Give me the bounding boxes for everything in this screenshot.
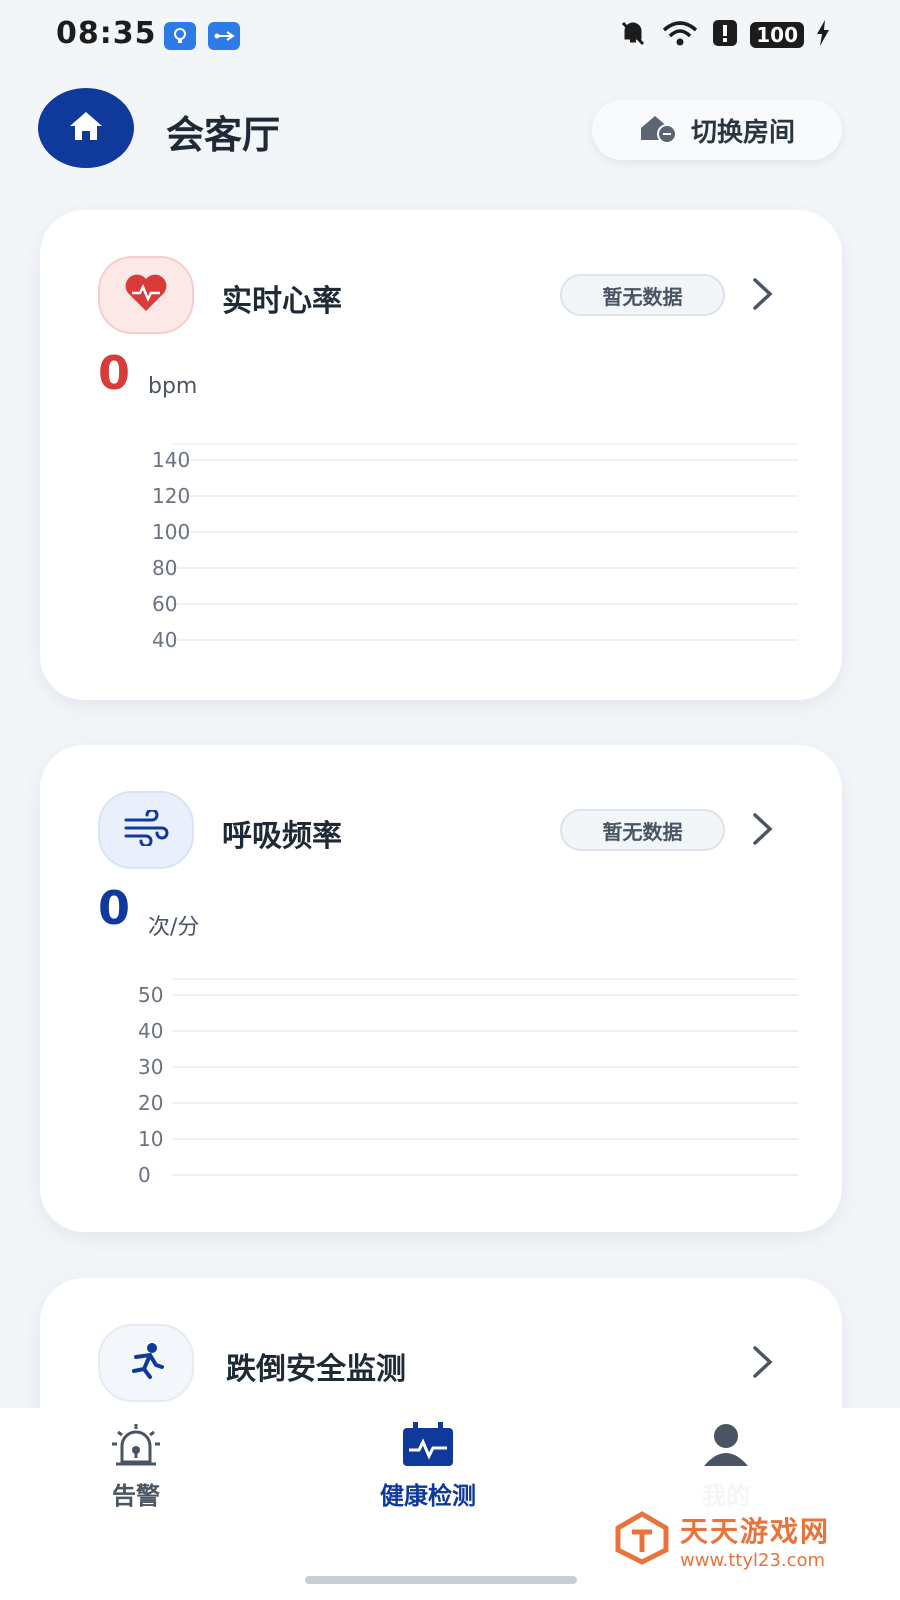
y-tick-label: 120 <box>152 484 190 508</box>
y-tick-label: 0 <box>138 1163 151 1187</box>
status-bar: 08:35 100 <box>0 0 900 72</box>
tab-alarm[interactable]: 告警 <box>110 1422 162 1511</box>
y-tick-label: 40 <box>152 628 177 652</box>
heart-rate-unit: bpm <box>148 374 198 399</box>
switch-room-label: 切换房间 <box>690 117 795 148</box>
alert-icon <box>712 19 738 51</box>
tab-health-monitor-label: 健康检测 <box>380 1482 476 1510</box>
tab-alarm-label: 告警 <box>112 1482 160 1510</box>
switch-room-button[interactable]: 切换房间 <box>592 100 842 160</box>
y-tick-label: 30 <box>138 1055 163 1079</box>
health-monitor-icon <box>401 1422 455 1472</box>
heart-rate-title: 实时心率 <box>222 284 342 319</box>
home-icon <box>68 110 104 146</box>
chevron-right-icon[interactable] <box>748 1344 778 1384</box>
chevron-right-icon[interactable] <box>748 276 778 316</box>
y-tick-label: 100 <box>152 520 190 544</box>
respiration-title: 呼吸频率 <box>222 819 342 854</box>
home-button[interactable] <box>38 88 134 168</box>
heart-rate-card[interactable]: 实时心率 暂无数据 0 bpm 140 120 100 80 60 40 <box>40 210 842 700</box>
tab-health-monitor[interactable]: 健康检测 <box>380 1422 476 1511</box>
y-tick-label: 50 <box>138 983 163 1007</box>
fall-detection-title: 跌倒安全监测 <box>226 1352 406 1387</box>
respiration-card[interactable]: 呼吸频率 暂无数据 0 次/分 50 40 30 20 10 0 <box>40 745 842 1232</box>
respiration-icon-box <box>98 791 194 869</box>
mute-bell-icon <box>618 18 648 52</box>
home-indicator[interactable] <box>305 1576 577 1584</box>
fall-icon-box <box>98 1324 194 1402</box>
respiration-value: 0 <box>98 881 131 935</box>
charging-icon <box>816 20 830 50</box>
watermark: 天天游戏网 www.ttyl23.com <box>598 1480 900 1600</box>
room-title: 会客厅 <box>166 113 281 157</box>
heart-rate-value: 0 <box>98 346 131 400</box>
y-tick-label: 80 <box>152 556 177 580</box>
wifi-icon <box>660 18 700 52</box>
lightbulb-notification-icon <box>164 22 196 50</box>
house-switch-icon <box>639 112 679 148</box>
y-tick-label: 60 <box>152 592 177 616</box>
falling-person-icon <box>126 1341 166 1385</box>
user-icon <box>700 1422 752 1472</box>
y-tick-label: 20 <box>138 1091 163 1115</box>
watermark-logo-icon <box>614 1510 670 1570</box>
status-badge: 暂无数据 <box>560 274 725 316</box>
watermark-url: www.ttyl23.com <box>680 1549 826 1571</box>
y-tick-label: 40 <box>138 1019 163 1043</box>
status-time: 08:35 <box>56 16 157 51</box>
chevron-right-icon[interactable] <box>748 811 778 851</box>
respiration-chart: 50 40 30 20 10 0 <box>138 978 798 1187</box>
y-tick-label: 140 <box>152 448 190 472</box>
watermark-title: 天天游戏网 <box>680 1514 831 1548</box>
battery-indicator: 100 <box>750 22 804 48</box>
usb-notification-icon <box>208 22 240 50</box>
y-tick-label: 10 <box>138 1127 163 1151</box>
heart-rate-chart: 140 120 100 80 60 40 <box>152 443 798 652</box>
heart-pulse-icon <box>123 273 169 317</box>
status-badge: 暂无数据 <box>560 809 725 851</box>
wind-icon <box>122 808 170 850</box>
alarm-icon <box>110 1422 162 1472</box>
heart-rate-icon-box <box>98 256 194 334</box>
respiration-unit: 次/分 <box>148 915 200 940</box>
